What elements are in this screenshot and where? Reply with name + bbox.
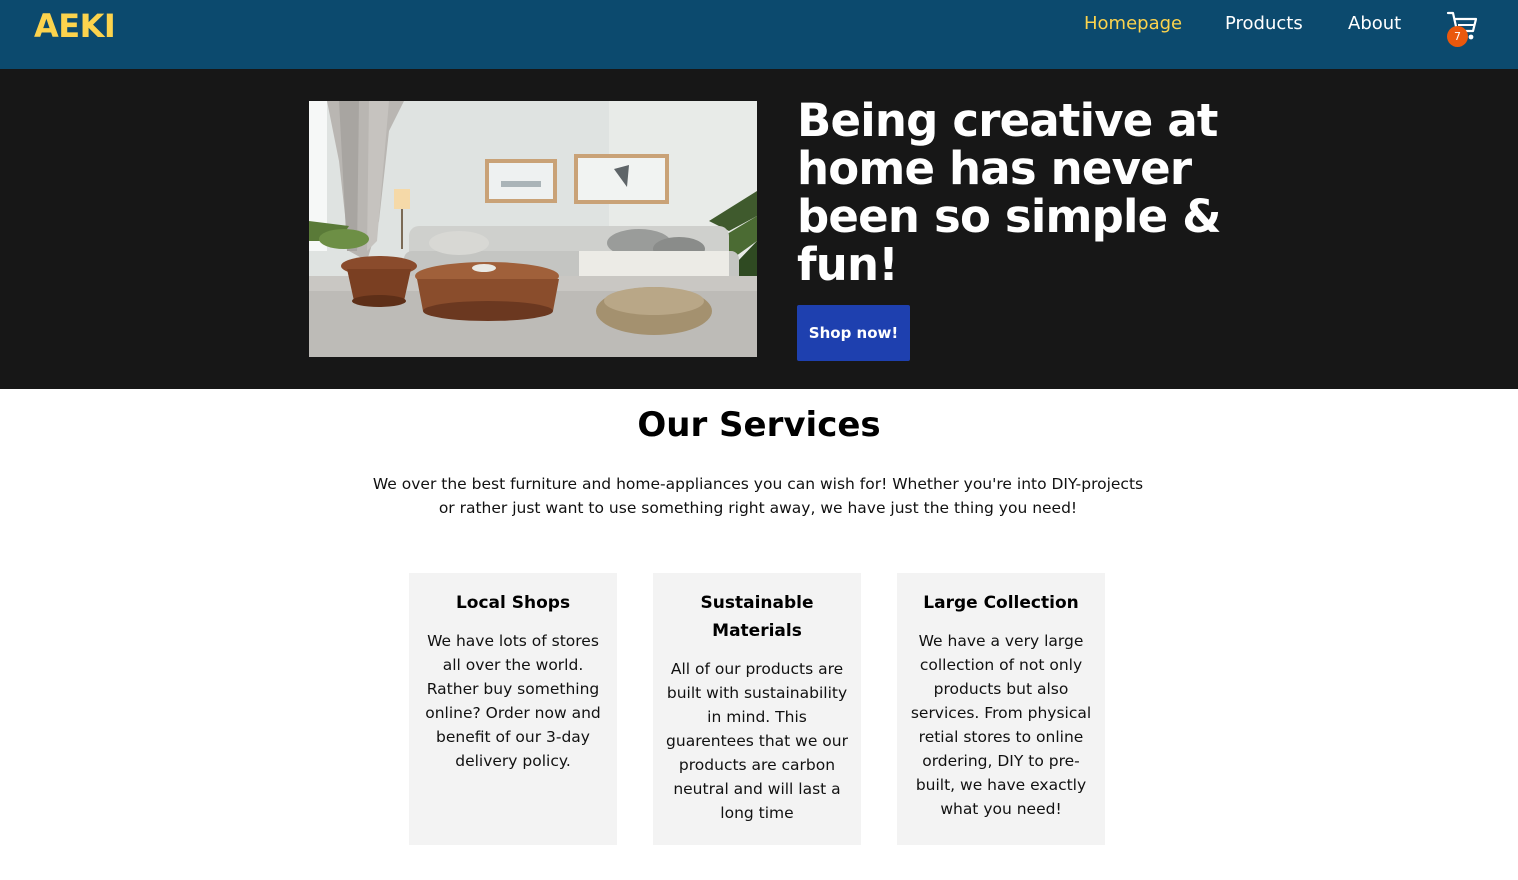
nav-link-homepage[interactable]: Homepage xyxy=(1084,13,1182,34)
nav-link-products[interactable]: Products xyxy=(1225,13,1303,34)
service-card-title: Sustainable Materials xyxy=(700,593,814,641)
top-navbar: AEKI Homepage Products About 7 xyxy=(0,0,1518,69)
service-card-text: We have lots of stores all over the worl… xyxy=(425,632,601,770)
services-intro: We over the best furniture and home-appl… xyxy=(372,475,1144,517)
nav-link-about[interactable]: About xyxy=(1348,13,1401,34)
living-room-photo xyxy=(309,101,757,357)
services-title: Our Services xyxy=(637,405,881,445)
logo[interactable]: AEKI xyxy=(34,7,116,45)
service-card-local-shops: Local Shops We have lots of stores all o… xyxy=(409,573,617,845)
shop-now-button[interactable]: Shop now! xyxy=(797,305,910,361)
service-card-sustainable-materials: Sustainable Materials All of our product… xyxy=(653,573,861,845)
service-card-text: All of our products are built with susta… xyxy=(666,660,848,822)
service-card-large-collection: Large Collection We have a very large co… xyxy=(897,573,1105,845)
service-card-title: Large Collection xyxy=(923,593,1079,613)
service-card-text: We have a very large collection of not o… xyxy=(910,632,1092,818)
hero-banner: Being creative at home has never been so… xyxy=(0,69,1518,389)
cart-button[interactable]: 7 xyxy=(1446,10,1478,47)
hero-title: Being creative at home has never been so… xyxy=(797,94,1221,291)
service-card-title: Local Shops xyxy=(455,593,571,613)
cart-count-badge: 7 xyxy=(1447,26,1468,47)
